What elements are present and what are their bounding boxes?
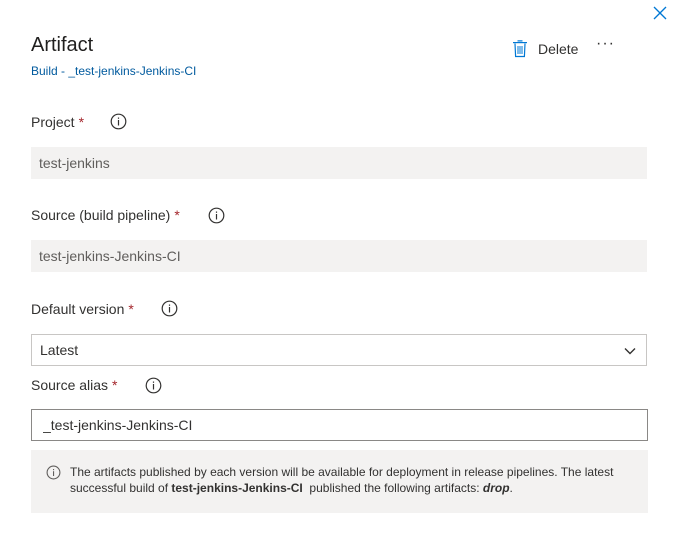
info-pipeline-name: test-jenkins-Jenkins-CI — [171, 481, 303, 495]
info-text-part: published the following artifacts: — [302, 481, 483, 495]
project-label-text: Project — [31, 114, 75, 130]
source-alias-label-text: Source alias — [31, 377, 109, 393]
info-icon[interactable] — [208, 207, 225, 224]
info-text-part: . — [509, 481, 513, 495]
default-version-label-text: Default version — [31, 301, 125, 317]
info-icon — [46, 465, 61, 480]
artifacts-info-message: The artifacts published by each version … — [31, 450, 648, 513]
required-marker: * — [112, 377, 118, 393]
required-marker: * — [128, 301, 134, 317]
info-icon[interactable] — [110, 113, 127, 130]
more-options-button[interactable]: ··· — [596, 36, 620, 56]
info-icon[interactable] — [145, 377, 162, 394]
default-version-dropdown[interactable]: Latest — [31, 334, 647, 366]
required-marker: * — [78, 114, 85, 130]
source-pipeline-field: test-jenkins-Jenkins-CI — [31, 240, 647, 272]
source-alias-label: Source alias * — [31, 375, 118, 395]
delete-label: Delete — [538, 41, 579, 57]
chevron-down-icon — [624, 348, 636, 355]
source-label: Source (build pipeline) * — [31, 205, 180, 225]
project-label: Project * — [31, 112, 84, 132]
project-field: test-jenkins — [31, 147, 647, 179]
source-alias-input[interactable] — [31, 409, 648, 441]
panel-title: Artifact — [31, 34, 94, 56]
delete-button[interactable]: Delete — [512, 38, 578, 60]
artifact-source-link[interactable]: Build - _test-jenkins-Jenkins-CI — [31, 64, 196, 78]
default-version-label: Default version * — [31, 299, 134, 319]
close-button[interactable] — [651, 4, 669, 22]
trash-icon — [513, 40, 527, 58]
source-label-text: Source (build pipeline) — [31, 207, 171, 223]
info-artifact-name: drop — [482, 481, 510, 495]
info-icon[interactable] — [161, 300, 178, 317]
close-icon — [653, 6, 667, 20]
required-marker: * — [174, 207, 180, 223]
info-message-text: The artifacts published by each version … — [70, 464, 640, 496]
default-version-selected: Latest — [40, 342, 79, 358]
